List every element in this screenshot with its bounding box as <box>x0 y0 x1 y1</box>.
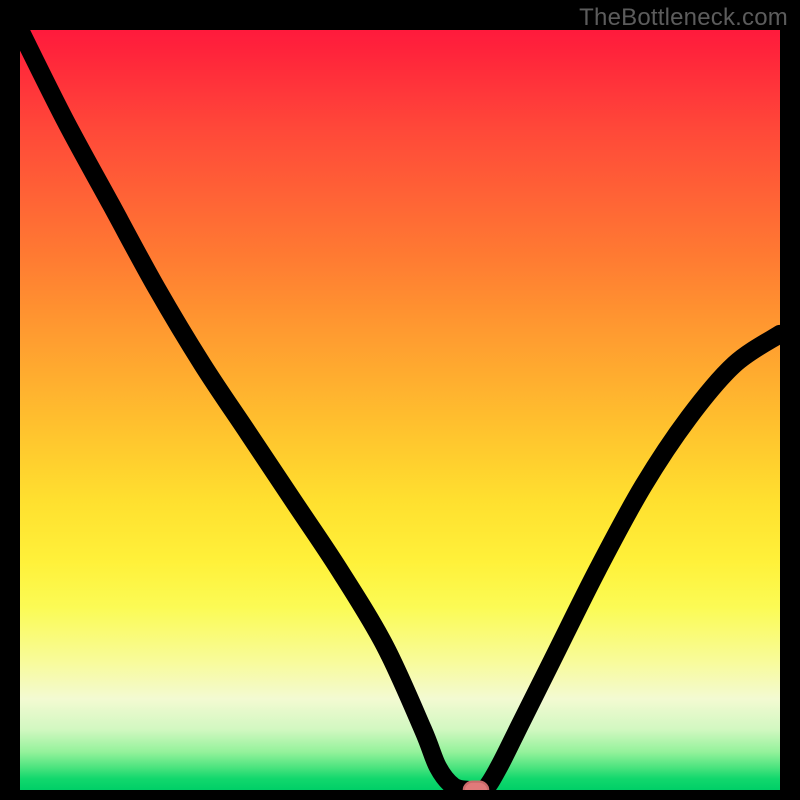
chart-frame: TheBottleneck.com <box>0 0 800 800</box>
optimal-point-marker <box>464 782 488 790</box>
plot-area <box>20 30 780 790</box>
curve-svg <box>20 30 780 790</box>
bottleneck-curve <box>20 30 780 790</box>
watermark-text: TheBottleneck.com <box>579 4 788 32</box>
